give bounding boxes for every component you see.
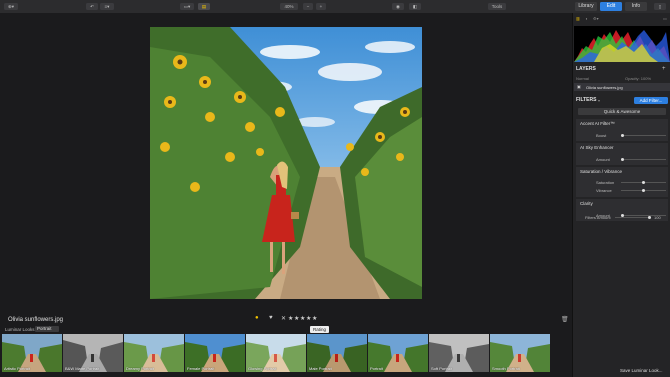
- look-name: Artistic Portrait: [4, 366, 31, 371]
- slider-label: Boost: [596, 133, 607, 138]
- slider-knob[interactable]: [642, 189, 645, 192]
- main-photo[interactable]: [150, 27, 422, 299]
- layers-title: LAYERS: [576, 66, 596, 72]
- layer-name: Olivia sunflowers.jpg: [586, 84, 623, 90]
- slider-label: Vibrance: [596, 188, 612, 193]
- rating-tooltip: Rating: [310, 326, 330, 333]
- look-name: Soft Portrait: [431, 366, 453, 371]
- look-name: Dreamy Portrait: [126, 366, 155, 371]
- image-icon: ▣: [577, 84, 581, 89]
- look-thumbnail[interactable]: B&W Matte Portrait: [63, 334, 123, 372]
- filters-title: FILTERS: [576, 97, 597, 103]
- favorite-heart-icon[interactable]: ♥: [269, 315, 273, 321]
- tab-info[interactable]: Info: [625, 2, 647, 11]
- histogram: [574, 26, 670, 62]
- look-thumbnail[interactable]: Glowing Portrait: [246, 334, 306, 372]
- look-name: Portrait: [370, 366, 383, 371]
- filters-amount-slider[interactable]: [615, 216, 651, 219]
- history-button[interactable]: ≡▾: [100, 3, 114, 10]
- filter-title[interactable]: Accent AI Filter™: [580, 121, 615, 126]
- slider-label: Amount: [596, 157, 610, 162]
- panel-toggle-icon[interactable]: ▭: [663, 16, 667, 21]
- sky-amount-slider[interactable]: [621, 158, 666, 161]
- add-layer-icon[interactable]: +: [662, 66, 666, 72]
- look-name: Smooth Portrait: [492, 366, 520, 371]
- photo-filename: Olivia sunflowers.jpg: [8, 317, 64, 323]
- chevron-down-icon[interactable]: ▾: [598, 98, 600, 103]
- rating-controls: ● ♥ ✕ ★ ★ ★ ★ ★: [255, 315, 335, 323]
- layer-opacity[interactable]: Opacity: 100%: [625, 76, 651, 81]
- reject-icon[interactable]: ✕: [281, 315, 286, 322]
- layer-item[interactable]: ▣ Olivia sunflowers.jpg: [574, 83, 670, 91]
- layer-blend-mode[interactable]: Normal: [576, 76, 589, 81]
- look-thumbnail[interactable]: Female Portrait: [185, 334, 245, 372]
- look-name: B&W Matte Portrait: [65, 366, 100, 371]
- filter-title[interactable]: AI Sky Enhancer: [580, 145, 614, 150]
- panels-toggle-icon[interactable]: ▯: [654, 3, 666, 10]
- color-label-icon[interactable]: ●: [255, 315, 259, 321]
- look-thumbnail[interactable]: Male Portrait: [307, 334, 367, 372]
- undo-button[interactable]: ↶: [86, 3, 98, 10]
- zoom-in-button[interactable]: +: [316, 3, 326, 10]
- tools-menu[interactable]: Tools: [488, 3, 506, 10]
- save-luminar-look-button[interactable]: Save Luminar Look...: [620, 368, 663, 373]
- slider-knob[interactable]: [642, 181, 645, 184]
- filter-accent-ai: Accent AI Filter™ Boost: [576, 119, 668, 141]
- top-toolbar: ⊕▾ ↶ ≡▾ ▭▾ ▤ 40% − + ◉ ◧ Tools Library E…: [0, 0, 670, 14]
- edit-side-panel: ▥ ◑ ⚙▾ ▭ LAYERS + Normal Opacity: 100% ▣…: [572, 13, 670, 377]
- vibrance-slider[interactable]: [621, 189, 666, 192]
- zoom-select[interactable]: 40%: [280, 3, 298, 10]
- compare-button[interactable]: ◧: [409, 3, 421, 10]
- preset-select[interactable]: Quick & Awesome: [578, 108, 666, 115]
- look-name: Glowing Portrait: [248, 366, 277, 371]
- looks-category-select[interactable]: Portrait: [35, 326, 59, 332]
- look-thumbnail[interactable]: Artistic Portrait: [2, 334, 62, 372]
- filters-amount-label: Filters Amount: [585, 215, 611, 220]
- add-filter-button[interactable]: Add Filter...: [634, 97, 668, 104]
- slider-label: Saturation: [596, 180, 615, 185]
- preview-eye-icon[interactable]: ◉: [392, 3, 404, 10]
- filmstrip-button[interactable]: ▤: [198, 3, 210, 10]
- trash-icon[interactable]: 🗑: [561, 316, 569, 323]
- clipping-icon[interactable]: ◑: [585, 16, 587, 21]
- saturation-slider[interactable]: [621, 181, 666, 184]
- slider-knob[interactable]: [621, 134, 624, 137]
- rating-star-icon[interactable]: ★: [306, 315, 311, 322]
- tab-edit[interactable]: Edit: [600, 2, 622, 11]
- filter-saturation-vibrance: Saturation / Vibrance Saturation Vibranc…: [576, 167, 668, 197]
- filter-title[interactable]: Saturation / Vibrance: [580, 169, 622, 174]
- look-thumbnail[interactable]: Dreamy Portrait: [124, 334, 184, 372]
- filter-ai-sky: AI Sky Enhancer Amount: [576, 143, 668, 165]
- settings-gear-icon[interactable]: ⚙▾: [593, 16, 599, 21]
- rating-star-icon[interactable]: ★: [300, 315, 305, 322]
- zoom-out-button[interactable]: −: [303, 3, 313, 10]
- look-thumbnail[interactable]: Portrait: [368, 334, 428, 372]
- boost-slider[interactable]: [621, 134, 666, 137]
- filters-amount-value: 100: [654, 215, 661, 220]
- look-name: Female Portrait: [187, 366, 215, 371]
- look-thumbnail[interactable]: Smooth Portrait: [490, 334, 550, 372]
- histogram-icon[interactable]: ▥: [576, 16, 580, 21]
- looks-label: Luminar Looks: [5, 327, 35, 332]
- slider-knob[interactable]: [621, 158, 624, 161]
- tab-library[interactable]: Library: [575, 2, 597, 11]
- rating-star-icon[interactable]: ★: [312, 315, 317, 322]
- view-mode-button[interactable]: ▭▾: [180, 3, 194, 10]
- rating-star-icon[interactable]: ★: [294, 315, 299, 322]
- rating-star-icon[interactable]: ★: [288, 315, 293, 322]
- filter-title[interactable]: Clarity: [580, 201, 593, 206]
- looks-filmstrip: Artistic Portrait B&W Matte Portrait Dre…: [0, 334, 572, 372]
- import-button[interactable]: ⊕▾: [4, 3, 18, 10]
- look-thumbnail[interactable]: Soft Portrait: [429, 334, 489, 372]
- look-name: Male Portrait: [309, 366, 332, 371]
- slider-knob[interactable]: [648, 216, 651, 219]
